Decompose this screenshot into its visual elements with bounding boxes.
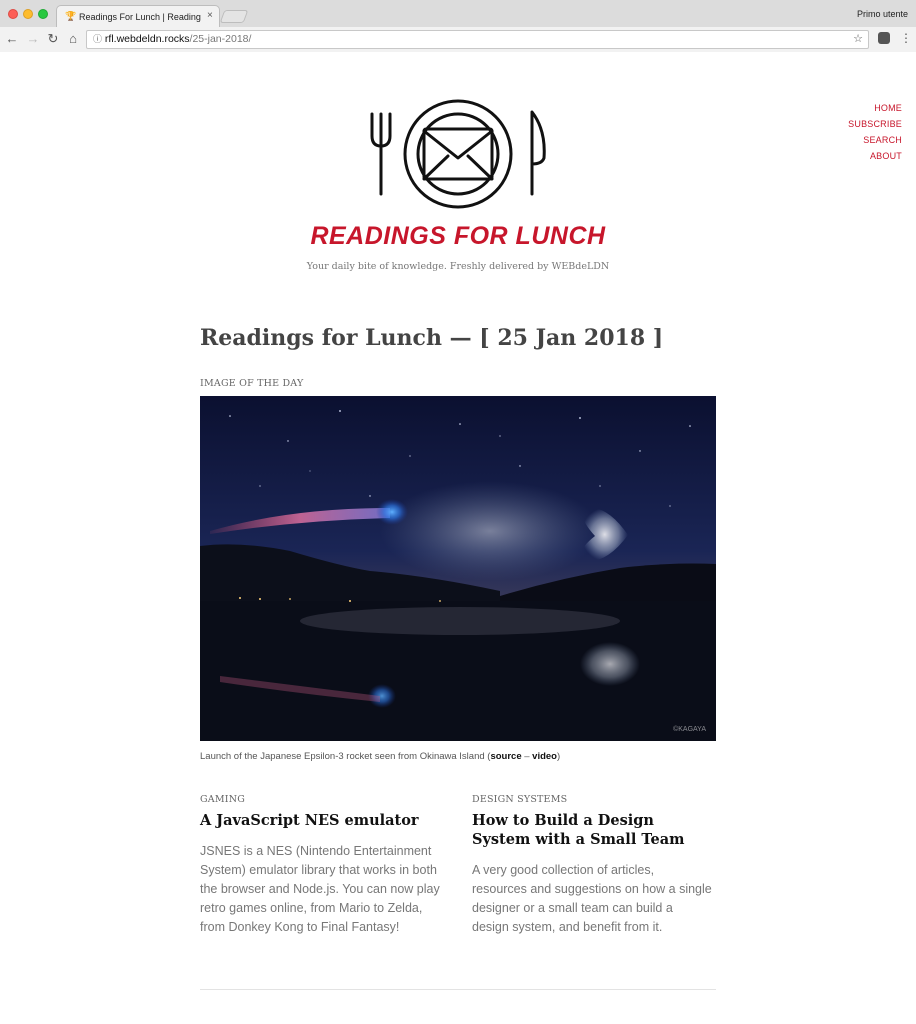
browser-toolbar: ← → ↻ ⌂ ⓘ rfl.webdeldn.rocks/25-jan-2018… — [0, 27, 916, 52]
section-divider — [200, 989, 716, 990]
home-icon[interactable]: ⌂ — [66, 32, 80, 46]
site-nav: HOME SUBSCRIBE SEARCH ABOUT — [848, 100, 902, 164]
browser-menu-icon[interactable]: ⋮ — [900, 31, 912, 45]
url-path: /25-jan-2018/ — [189, 33, 252, 45]
minimize-window-button[interactable] — [23, 9, 33, 19]
nav-subscribe-link[interactable]: SUBSCRIBE — [848, 116, 902, 132]
caption-text: Launch of the Japanese Epsilon-3 rocket … — [200, 751, 491, 762]
extension-icon[interactable] — [878, 32, 890, 44]
tab-close-icon[interactable]: × — [207, 10, 213, 21]
url-host: rfl.webdeldn.rocks — [104, 33, 190, 45]
rocket-night-image — [200, 396, 716, 741]
article-card: GAMING A JavaScript NES emulator JSNES i… — [200, 794, 440, 937]
article-summary: A very good collection of articles, reso… — [472, 863, 712, 934]
nav-home-link[interactable]: HOME — [848, 100, 902, 116]
new-tab-button[interactable] — [219, 10, 249, 23]
forward-arrow-icon[interactable]: → — [26, 32, 40, 46]
article-title[interactable]: A JavaScript NES emulator — [200, 811, 440, 830]
nav-search-link[interactable]: SEARCH — [848, 132, 902, 148]
article-card: DESIGN SYSTEMS How to Build a Design Sys… — [472, 794, 712, 937]
image-credit: ©KAGAYA — [673, 726, 706, 733]
browser-tab[interactable]: 🏆 Readings For Lunch | Readings × — [56, 5, 220, 27]
tab-bar: 🏆 Readings For Lunch | Readings × Primo … — [0, 0, 916, 27]
article-category[interactable]: GAMING — [200, 794, 440, 805]
nav-about-link[interactable]: ABOUT — [848, 148, 902, 164]
image-section-label: IMAGE OF THE DAY — [200, 378, 304, 389]
reload-icon[interactable]: ↻ — [46, 32, 60, 46]
maximize-window-button[interactable] — [38, 9, 48, 19]
caption-end: ) — [556, 751, 561, 762]
source-link[interactable]: source — [490, 751, 521, 762]
image-caption: Launch of the Japanese Epsilon-3 rocket … — [200, 751, 560, 762]
post-title: Readings for Lunch — [ 25 Jan 2018 ] — [200, 325, 664, 351]
image-of-the-day[interactable]: ©KAGAYA — [200, 396, 716, 741]
close-window-button[interactable] — [8, 9, 18, 19]
info-icon[interactable]: ⓘ — [93, 31, 102, 48]
tab-title: Readings For Lunch | Readings — [79, 12, 201, 22]
favicon-icon: 🏆 — [65, 11, 77, 21]
site-title[interactable]: READINGS FOR LUNCH — [0, 222, 916, 251]
address-bar[interactable]: ⓘ rfl.webdeldn.rocks/25-jan-2018/ ☆ — [86, 30, 869, 49]
site-tagline: Your daily bite of knowledge. Freshly de… — [306, 261, 610, 272]
article-category[interactable]: DESIGN SYSTEMS — [472, 794, 712, 805]
browser-chrome: 🏆 Readings For Lunch | Readings × Primo … — [0, 0, 916, 52]
caption-separator: – — [521, 751, 533, 762]
article-title[interactable]: How to Build a Design System with a Smal… — [472, 811, 712, 849]
browser-user-label[interactable]: Primo utente — [857, 9, 908, 19]
site-logo-icon[interactable] — [360, 96, 556, 212]
video-link[interactable]: video — [532, 751, 557, 762]
article-summary: JSNES is a NES (Nintendo Entertainment S… — [200, 844, 440, 934]
back-arrow-icon[interactable]: ← — [5, 32, 19, 46]
bookmark-star-icon[interactable]: ☆ — [853, 31, 863, 48]
